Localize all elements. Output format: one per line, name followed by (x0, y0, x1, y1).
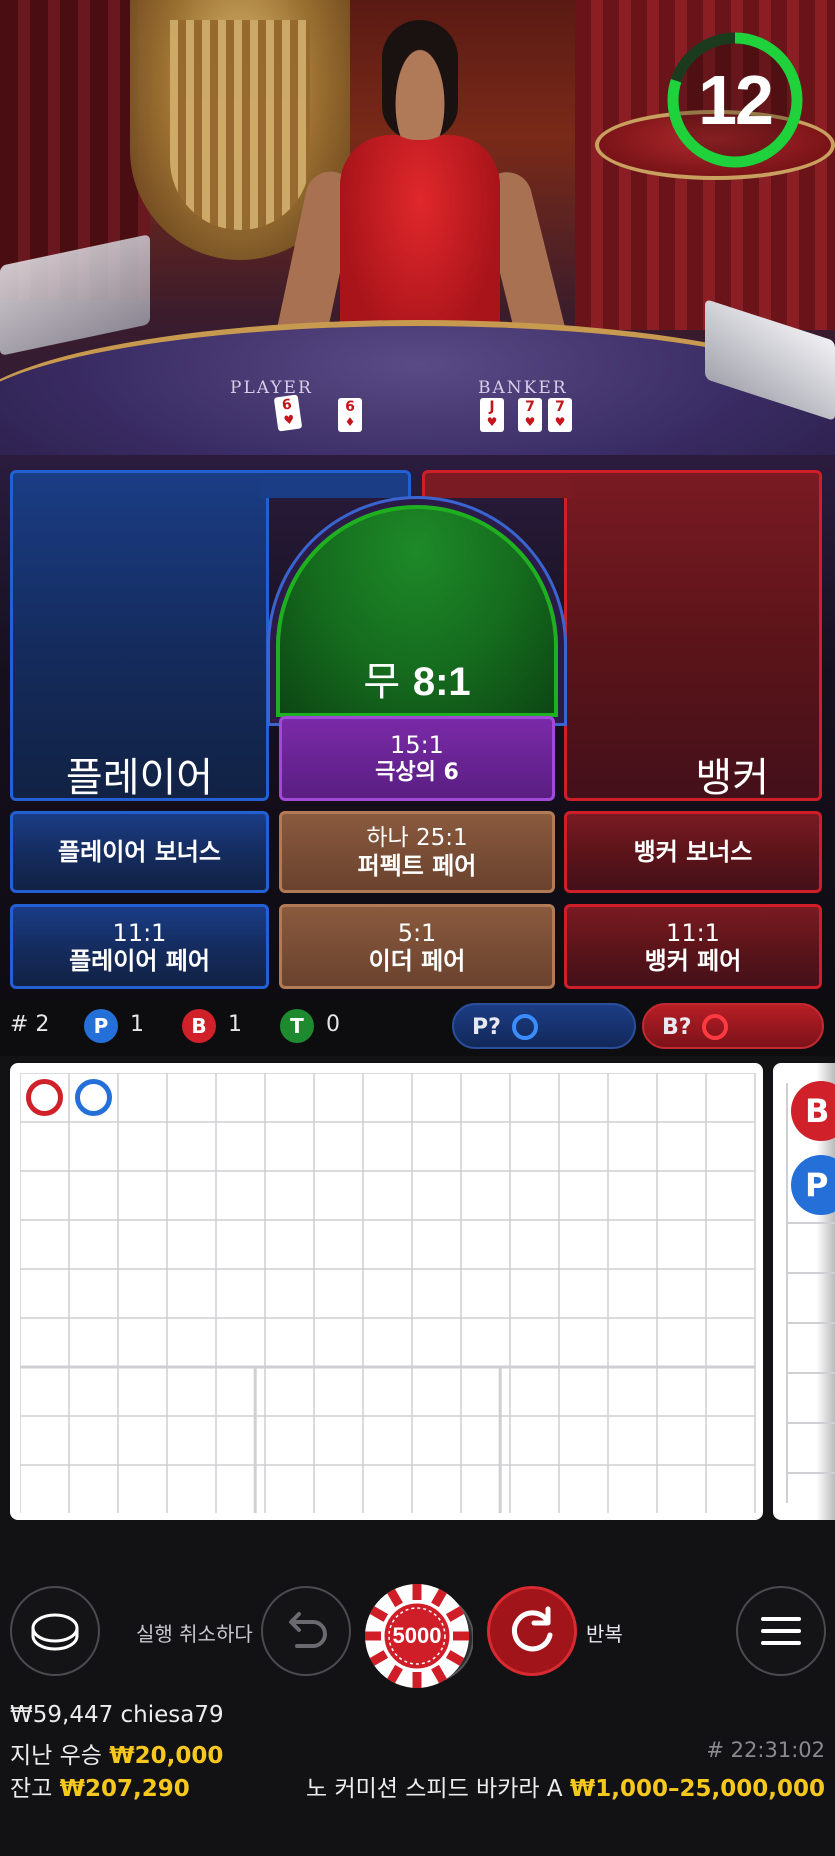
super-six-label: 극상의 6 (375, 759, 459, 785)
menu-button[interactable] (736, 1586, 826, 1676)
felt-banker-label: BANKER (478, 378, 568, 398)
tie-wins-count: 0 (326, 1012, 340, 1037)
player-wins-count: 1 (130, 1012, 144, 1037)
table-limits: ₩1,000–25,000,000 (569, 1776, 825, 1802)
undo-icon (289, 1612, 327, 1648)
player-ring-icon (512, 1014, 538, 1040)
player-bet-spot[interactable]: 플레이어 (10, 470, 269, 801)
banker-card-2: 7 ♥ (518, 398, 542, 432)
banker-pair-bet-spot[interactable]: 11:1 뱅커 페어 (564, 904, 822, 989)
big-road-scoreboard[interactable] (10, 1063, 763, 1520)
table-name: 노 커미션 스피드 바카라 A (305, 1776, 563, 1802)
chip-stack-button[interactable] (10, 1586, 100, 1676)
player-spot-tab (260, 470, 411, 498)
banker-pair-label: 뱅커 페어 (644, 946, 742, 975)
last-win-line: 지난 우승 ₩20,000 (10, 1736, 223, 1770)
banker-ring-icon (702, 1014, 728, 1040)
super-six-bet-spot[interactable]: 15:1 극상의 6 (279, 716, 555, 801)
live-video: PLAYER BANKER 6 ♥ 6 ♦ J ♥ 7 ♥ 7 ♥ 12 (0, 0, 835, 455)
balance-label: 잔고 (10, 1776, 53, 1802)
road-banker-mark (26, 1079, 63, 1116)
banker-card-1: J ♥ (480, 398, 504, 432)
player-ask-label: P? (472, 1015, 501, 1040)
bet-controls: 실행 취소하다 5000 반복 (0, 1520, 835, 1688)
chip-value: 5000 (392, 1623, 442, 1648)
undo-button[interactable] (261, 1586, 351, 1676)
banker-label: 뱅커 (695, 755, 769, 801)
either-pair-label: 이더 페어 (368, 946, 466, 975)
repeat-icon (512, 1606, 553, 1652)
undo-label: 실행 취소하다 (136, 1622, 253, 1646)
player-ask-button[interactable]: P? (452, 1003, 636, 1049)
banker-card-3: 7 ♥ (548, 398, 572, 432)
player-bonus-label: 플레이어 보너스 (58, 838, 221, 866)
banker-pair-odds: 11:1 (666, 918, 720, 947)
table-info: 노 커미션 스피드 바카라 A ₩1,000–25,000,000 (306, 1769, 825, 1803)
bet-timer: 12 (665, 30, 805, 170)
player-pair-label: 플레이어 페어 (69, 946, 210, 975)
road-grid (20, 1073, 756, 1513)
banker-bonus-bet-spot[interactable]: 뱅커 보너스 (564, 811, 822, 893)
repeat-label: 반복 (586, 1622, 623, 1646)
player-card-2: 6 ♦ (338, 398, 362, 432)
banker-wins-icon: B (182, 1009, 216, 1043)
last-win-label: 지난 우승 (10, 1743, 102, 1769)
banker-ask-label: B? (662, 1015, 692, 1040)
balance-value: ₩207,290 (59, 1776, 190, 1802)
chip-selector[interactable]: 5000 (361, 1580, 474, 1692)
player-label: 플레이어 (65, 755, 214, 801)
secondary-roadmap[interactable]: B P (773, 1063, 835, 1520)
player-pair-odds: 11:1 (112, 918, 167, 947)
shoe-statistics: # 2 P 1 B 1 T 0 P? B? (0, 1000, 835, 1056)
dealer (269, 20, 574, 374)
repeat-button[interactable] (487, 1586, 577, 1676)
user-balance-line: ₩59,447 chiesa79 (10, 1702, 224, 1728)
chip-stack-icon (31, 1613, 79, 1651)
either-pair-odds: 5:1 (397, 918, 437, 947)
round-id: # 22:31:02 (706, 1738, 825, 1762)
hamburger-icon (761, 1617, 801, 1645)
last-win-value: ₩20,000 (109, 1743, 224, 1769)
player-bonus-bet-spot[interactable]: 플레이어 보너스 (10, 811, 269, 893)
banker-spot-tab (422, 470, 572, 498)
timer-seconds: 12 (698, 61, 774, 139)
shoe-number: # 2 (10, 1012, 50, 1037)
perfect-pair-odds: 하나 25:1 (366, 825, 468, 851)
banker-bet-spot[interactable]: 뱅커 (564, 470, 822, 801)
balance-line: 잔고 ₩207,290 (10, 1769, 190, 1803)
player-info: ₩59,447 chiesa79 지난 우승 ₩20,000 잔고 ₩207,2… (0, 1690, 835, 1856)
banker-bonus-label: 뱅커 보너스 (633, 838, 753, 866)
tie-label: 무 (363, 659, 401, 705)
perfect-pair-label: 퍼펙트 페어 (357, 852, 477, 880)
either-pair-bet-spot[interactable]: 5:1 이더 페어 (279, 904, 555, 989)
road-player-mark (75, 1079, 112, 1116)
tie-wins-icon: T (280, 1009, 314, 1043)
perfect-pair-bet-spot[interactable]: 하나 25:1 퍼펙트 페어 (279, 811, 555, 893)
player-wins-icon: P (84, 1009, 118, 1043)
player-pair-bet-spot[interactable]: 11:1 플레이어 페어 (10, 904, 269, 989)
banker-ask-button[interactable]: B? (642, 1003, 824, 1049)
tie-odds: 8:1 (412, 660, 471, 704)
super-six-odds: 15:1 (390, 730, 444, 759)
secondary-grid (786, 1083, 835, 1503)
player-card-1: 6 ♥ (273, 394, 303, 432)
felt-player-label: PLAYER (230, 378, 313, 398)
banker-wins-count: 1 (228, 1012, 242, 1037)
